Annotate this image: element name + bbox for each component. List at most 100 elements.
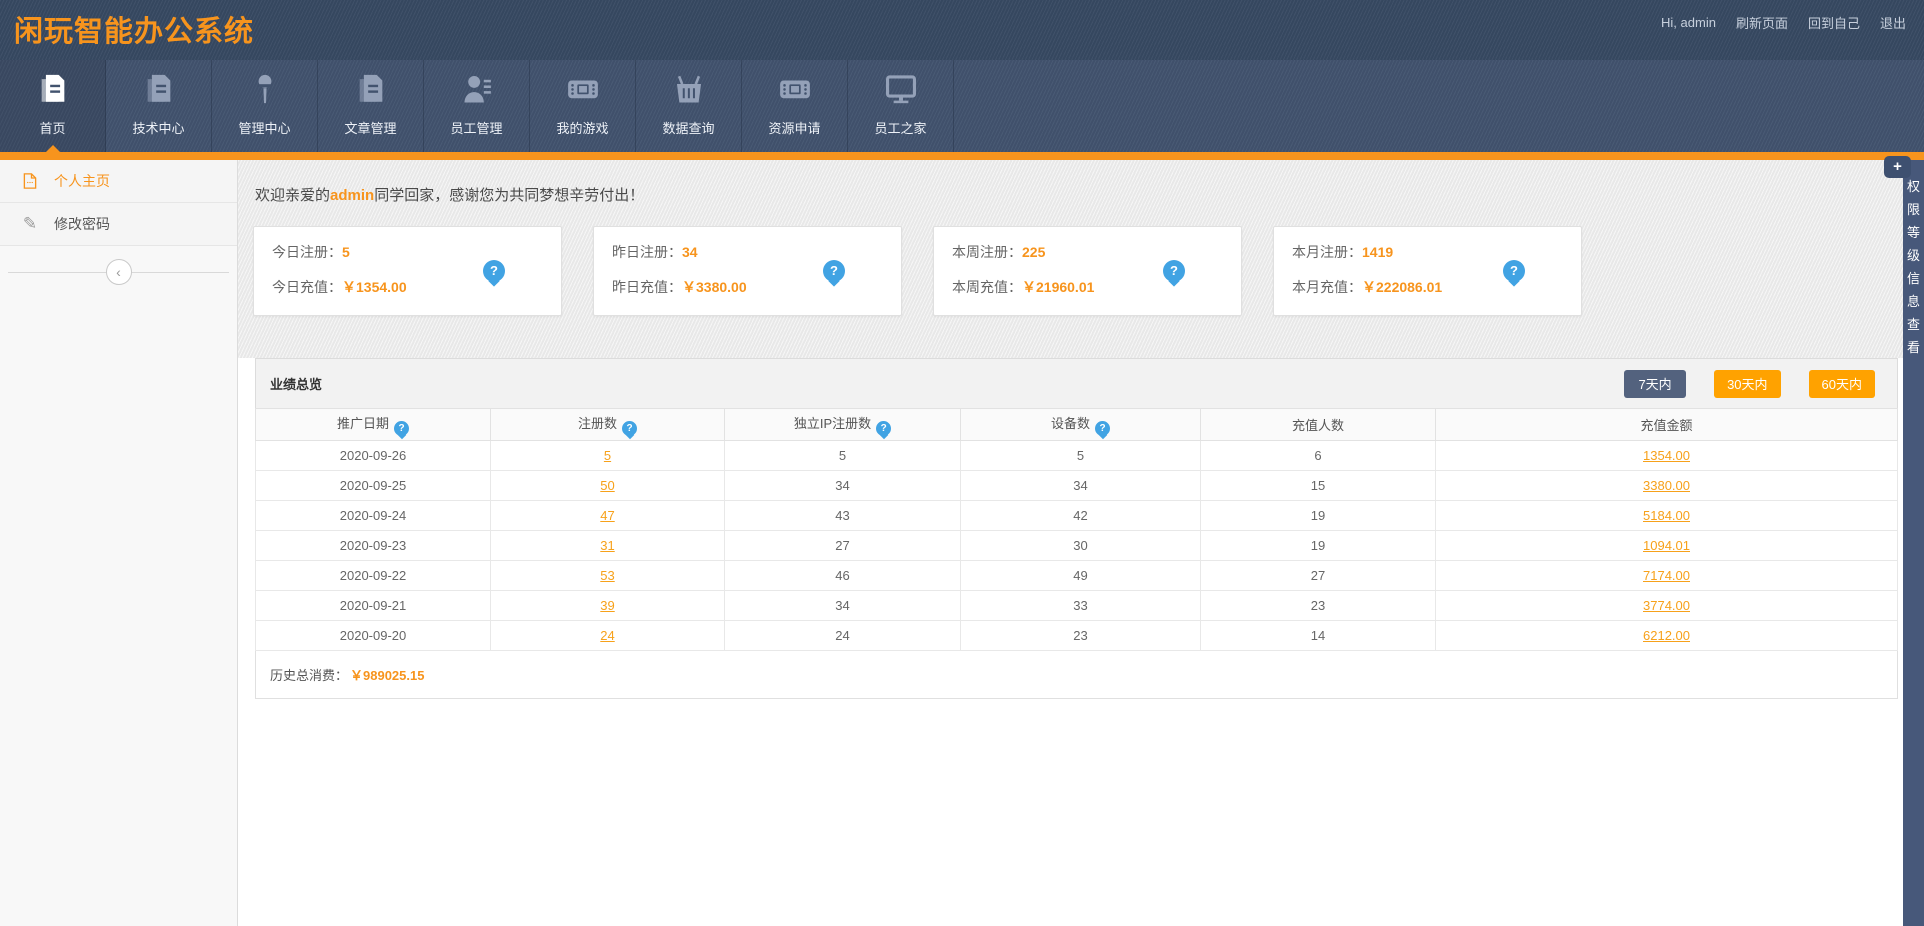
column-label: 设备数 — [1051, 416, 1090, 431]
header-link-2[interactable]: 回到自己 — [1808, 13, 1860, 32]
app-header: 闲玩智能办公系统 Hi, admin刷新页面回到自己退出 — [0, 0, 1924, 60]
nav-item-label: 员工管理 — [450, 118, 502, 137]
header-link-1[interactable]: 刷新页面 — [1736, 13, 1788, 32]
table-cell: 43 — [725, 501, 961, 531]
header-link-0: Hi, admin — [1661, 15, 1716, 30]
nav-item-data-query[interactable]: 数据查询 — [636, 60, 742, 152]
permission-level-strip[interactable]: 权限等级信息查看 — [1903, 160, 1924, 926]
column-header-2: 独立IP注册数? — [725, 409, 961, 441]
nav-item-label: 技术中心 — [132, 118, 184, 137]
help-icon[interactable]: ? — [876, 421, 891, 436]
recharge-amount-link[interactable]: 6212.00 — [1643, 628, 1690, 643]
table-cell: 7174.00 — [1436, 561, 1898, 591]
stat-card-1: 昨日注册：34昨日充值：￥3380.00? — [593, 226, 902, 316]
stat-card-line2: 今日充值：￥1354.00 — [272, 277, 543, 297]
recharge-amount-link[interactable]: 5184.00 — [1643, 508, 1690, 523]
nav-item-label: 管理中心 — [238, 118, 290, 137]
sidebar: 个人主页✎修改密码 ‹ — [0, 160, 238, 926]
panel-title: 业绩总览 — [270, 374, 322, 393]
stat-label: 本月充值： — [1292, 279, 1362, 295]
stat-label: 今日充值： — [272, 279, 342, 295]
table-cell: 24 — [725, 621, 961, 651]
register-count-link[interactable]: 24 — [600, 628, 614, 643]
register-count-link[interactable]: 31 — [600, 538, 614, 553]
help-icon[interactable]: ? — [1503, 260, 1525, 282]
header-link-3[interactable]: 退出 — [1880, 13, 1906, 32]
range-button-7天内[interactable]: 7天内 — [1624, 370, 1686, 398]
stat-card-line2: 昨日充值：￥3380.00 — [612, 277, 883, 297]
range-button-60天内[interactable]: 60天内 — [1809, 370, 1875, 398]
nav-item-tech-center[interactable]: 技术中心 — [106, 60, 212, 152]
column-label: 注册数 — [578, 416, 617, 431]
welcome-username: admin — [330, 187, 374, 204]
recharge-amount-link[interactable]: 7174.00 — [1643, 568, 1690, 583]
register-count-link[interactable]: 47 — [600, 508, 614, 523]
doc-icon — [354, 72, 388, 106]
table-cell: 23 — [1201, 591, 1436, 621]
nav-item-label: 员工之家 — [874, 118, 926, 137]
welcome-message: 欢迎亲爱的admin同学回家，感谢您为共同梦想辛劳付出！ — [255, 184, 644, 205]
help-icon[interactable]: ? — [622, 421, 637, 436]
gamepad-icon — [778, 72, 812, 106]
help-icon[interactable]: ? — [823, 260, 845, 282]
table-cell: 5 — [725, 441, 961, 471]
table-row: 2020-09-25503434153380.00 — [256, 471, 1898, 501]
stat-card-line1: 本月注册：1419 — [1292, 242, 1563, 262]
nav-item-staff-mgmt[interactable]: 员工管理 — [424, 60, 530, 152]
table-cell: 53 — [491, 561, 725, 591]
nav-item-resource-apply[interactable]: 资源申请 — [742, 60, 848, 152]
recharge-amount-link[interactable]: 1354.00 — [1643, 448, 1690, 463]
help-icon[interactable]: ? — [1095, 421, 1110, 436]
sidebar-collapse-button[interactable]: ‹ — [106, 259, 132, 285]
table-cell: 3380.00 — [1436, 471, 1898, 501]
recharge-amount-link[interactable]: 3380.00 — [1643, 478, 1690, 493]
stat-value: ￥3380.00 — [682, 279, 747, 295]
table-cell: 42 — [961, 501, 1201, 531]
nav-item-my-games[interactable]: 我的游戏 — [530, 60, 636, 152]
table-cell: 50 — [491, 471, 725, 501]
table-footer: 历史总消费： ￥989025.15 — [255, 651, 1898, 699]
table-cell: 3774.00 — [1436, 591, 1898, 621]
table-cell: 14 — [1201, 621, 1436, 651]
table-cell: 19 — [1201, 501, 1436, 531]
range-button-30天内[interactable]: 30天内 — [1714, 370, 1780, 398]
sidebar-collapse-row: ‹ — [8, 272, 229, 273]
table-cell: 15 — [1201, 471, 1436, 501]
total-consumption-label: 历史总消费： — [270, 665, 348, 684]
expand-tab[interactable]: + — [1884, 156, 1911, 178]
help-icon[interactable]: ? — [394, 421, 409, 436]
register-count-link[interactable]: 53 — [600, 568, 614, 583]
sidebar-item-label: 修改密码 — [54, 214, 110, 234]
stat-cards: 今日注册：5今日充值：￥1354.00?昨日注册：34昨日充值：￥3380.00… — [253, 226, 1582, 316]
recharge-amount-link[interactable]: 3774.00 — [1643, 598, 1690, 613]
table-cell: 6212.00 — [1436, 621, 1898, 651]
nav-item-article-mgmt[interactable]: 文章管理 — [318, 60, 424, 152]
column-label: 推广日期 — [337, 416, 389, 431]
table-cell: 5184.00 — [1436, 501, 1898, 531]
recharge-amount-link[interactable]: 1094.01 — [1643, 538, 1690, 553]
stat-value: ￥21960.01 — [1022, 279, 1094, 295]
table-cell: 27 — [1201, 561, 1436, 591]
main-content: 欢迎亲爱的admin同学回家，感谢您为共同梦想辛劳付出！ 今日注册：5今日充值：… — [238, 160, 1903, 926]
table-row: 2020-09-22534649277174.00 — [256, 561, 1898, 591]
table-cell: 2020-09-22 — [256, 561, 491, 591]
table-cell: 31 — [491, 531, 725, 561]
help-icon[interactable]: ? — [483, 260, 505, 282]
table-cell: 34 — [961, 471, 1201, 501]
sidebar-item-change-password[interactable]: ✎修改密码 — [0, 203, 237, 246]
table-row: 2020-09-20242423146212.00 — [256, 621, 1898, 651]
nav-underline — [0, 152, 1924, 160]
table-cell: 2020-09-25 — [256, 471, 491, 501]
table-header-row: 推广日期?注册数?独立IP注册数?设备数?充值人数充值金额 — [256, 409, 1898, 441]
register-count-link[interactable]: 39 — [600, 598, 614, 613]
sidebar-item-personal-home[interactable]: 个人主页 — [0, 160, 237, 203]
register-count-link[interactable]: 5 — [604, 448, 611, 463]
nav-item-admin-center[interactable]: 管理中心 — [212, 60, 318, 152]
table-cell: 47 — [491, 501, 725, 531]
vertical-text-char: 看 — [1907, 341, 1920, 354]
nav-item-staff-home[interactable]: 员工之家 — [848, 60, 954, 152]
register-count-link[interactable]: 50 — [600, 478, 614, 493]
nav-item-home[interactable]: 首页 — [0, 60, 106, 152]
panel-header: 业绩总览 7天内 30天内 60天内 — [255, 358, 1898, 408]
help-icon[interactable]: ? — [1163, 260, 1185, 282]
